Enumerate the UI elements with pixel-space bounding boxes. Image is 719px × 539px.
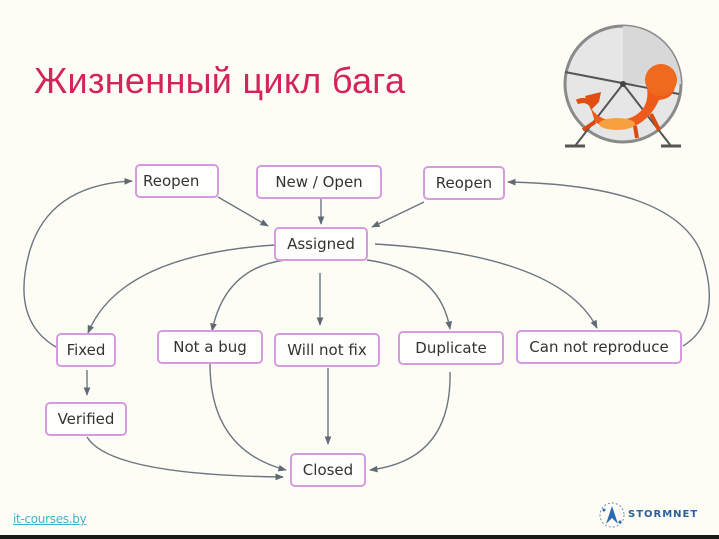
node-label: Assigned [287, 235, 355, 253]
node-fixed: Fixed [56, 333, 116, 367]
edge-assigned-to-can-not-reproduce [374, 243, 598, 329]
node-label: Not a bug [173, 338, 247, 356]
edge-not-a-bug-to-closed [209, 363, 287, 472]
node-can-not-reproduce: Can not reproduce [516, 330, 682, 364]
it-courses-link[interactable]: it-courses.by [13, 512, 87, 526]
node-verified: Verified [45, 402, 127, 436]
edge-can-not-reproduce-to-reopen-right [507, 178, 711, 347]
node-assigned: Assigned [274, 227, 368, 261]
edge-reopen-left-to-assigned [217, 196, 269, 227]
node-label: Can not reproduce [529, 338, 669, 356]
node-label: Reopen [143, 172, 200, 190]
node-label: Duplicate [415, 339, 487, 357]
edge-fixed-to-reopen-left [23, 178, 133, 348]
node-label: Verified [57, 410, 115, 428]
edge-assigned-to-duplicate [366, 259, 453, 330]
edge-assigned-to-not-a-bug [210, 259, 286, 332]
edge-reopen-right-to-assigned [371, 201, 425, 228]
edge-assigned-to-fixed [87, 244, 276, 334]
node-label: Reopen [435, 174, 493, 192]
edge-duplicate-to-closed [369, 371, 451, 473]
node-label: Closed [302, 461, 354, 479]
node-reopen-right: Reopen [423, 166, 505, 200]
node-duplicate: Duplicate [398, 331, 504, 365]
node-new-open: New / Open [256, 165, 382, 199]
node-will-not-fix: Will not fix [274, 333, 380, 367]
node-closed: Closed [290, 453, 366, 487]
node-label: New / Open [275, 173, 363, 191]
node-not-a-bug: Not a bug [157, 330, 263, 364]
node-label: Fixed [66, 341, 106, 359]
node-label: Will not fix [287, 341, 367, 359]
bottom-bar [0, 535, 719, 539]
node-reopen-left: Reopen [135, 164, 219, 198]
stormnet-logo-text: STORMNET [628, 509, 699, 520]
